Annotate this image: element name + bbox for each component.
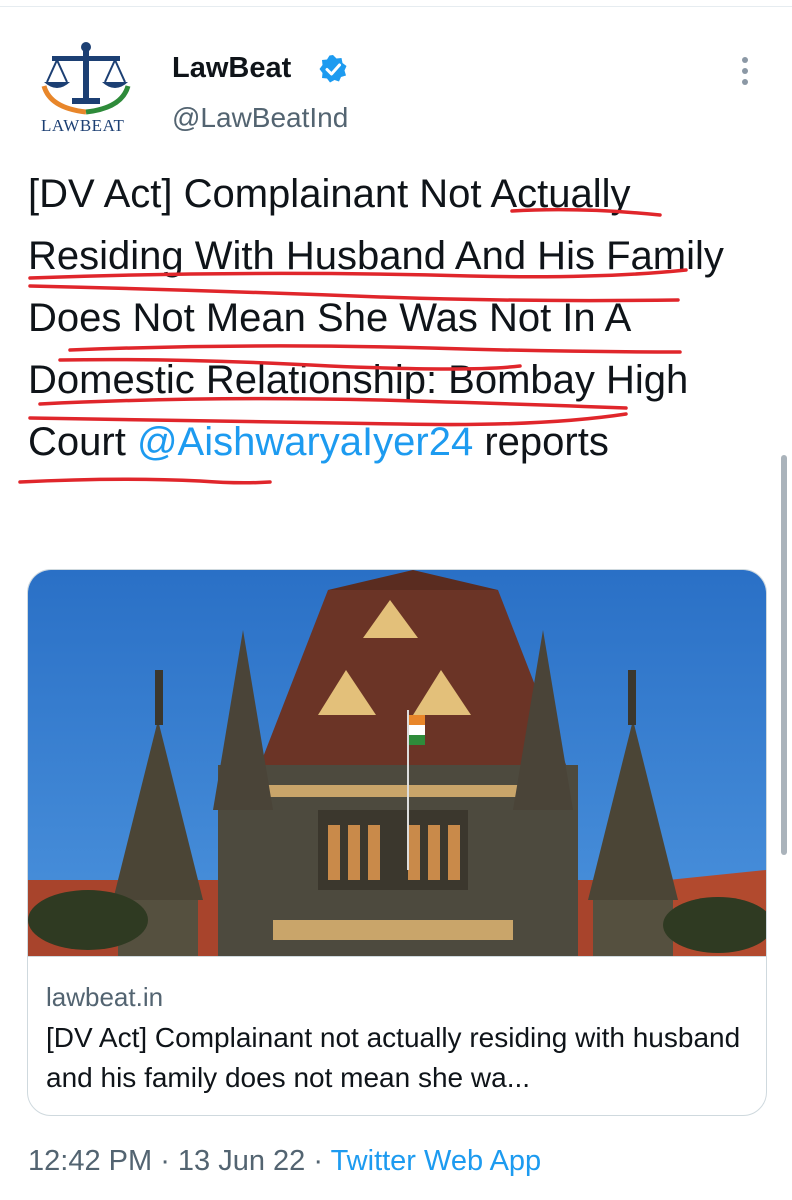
tweet-meta: 12:42 PM · 13 Jun 22 · Twitter Web App — [28, 1145, 541, 1178]
scales-of-justice-icon — [41, 42, 131, 115]
account-handle[interactable]: @LawBeatInd — [172, 102, 348, 134]
meta-separator: · — [152, 1145, 178, 1177]
top-divider — [0, 0, 792, 7]
more-vertical-icon[interactable] — [738, 56, 752, 86]
tweet-source-link[interactable]: Twitter Web App — [331, 1145, 542, 1177]
meta-separator: · — [305, 1145, 331, 1177]
verified-badge-icon — [319, 55, 347, 83]
tweet-text: [DV Act] Complainant Not Actually Residi… — [28, 163, 768, 473]
tweet-suffix: reports — [473, 420, 609, 464]
card-title: [DV Act] Complainant not actually residi… — [46, 1022, 741, 1093]
scrollbar[interactable] — [781, 455, 787, 855]
card-domain: lawbeat.in — [46, 982, 164, 1012]
mention-link[interactable]: @AishwaryaIyer24 — [137, 420, 473, 464]
tweet-date[interactable]: 13 Jun 22 — [178, 1145, 305, 1177]
link-card[interactable]: lawbeat.in [DV Act] Complainant not actu… — [27, 569, 767, 1116]
account-name[interactable]: LawBeat — [172, 52, 291, 85]
logo-wordmark: LAWBEAT — [41, 116, 125, 135]
card-image — [28, 570, 766, 957]
tweet-time[interactable]: 12:42 PM — [28, 1145, 152, 1177]
